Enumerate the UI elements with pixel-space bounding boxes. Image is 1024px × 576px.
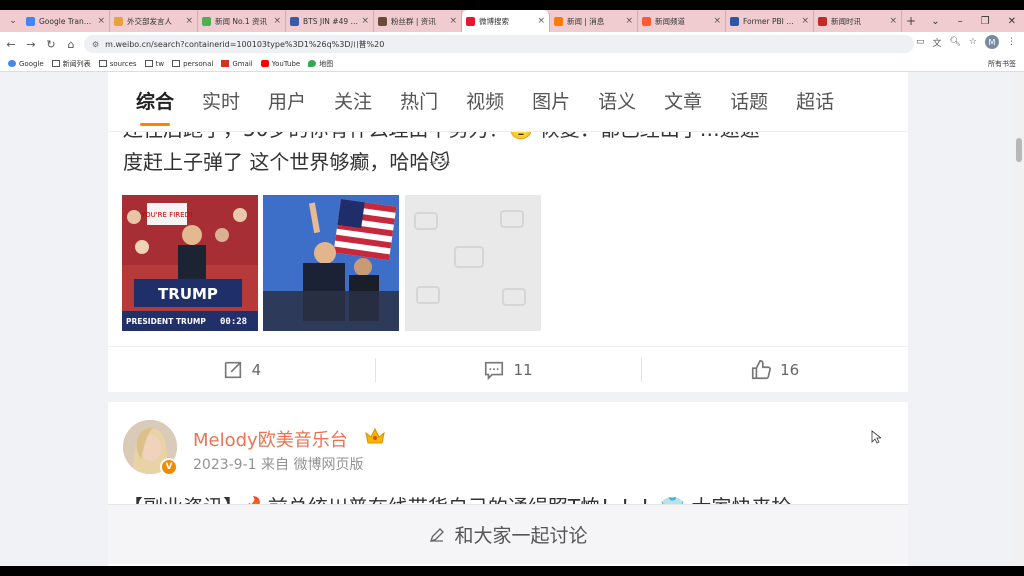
toolbar-right: ▭ 文 🔍︎ ☆ M ⋮ xyxy=(916,35,1016,49)
discuss-label: 和大家一起讨论 xyxy=(454,525,588,547)
tab-search-icon[interactable]: ⌄ xyxy=(4,12,22,30)
tabs-container: Google Translate×外交部发言人×新闻 No.1 资讯×BTS J… xyxy=(22,10,902,32)
bookmark-tw[interactable]: tw xyxy=(144,60,164,68)
browser-tab[interactable]: Former PBI depu× xyxy=(726,10,814,32)
tab-close-icon[interactable]: × xyxy=(889,16,897,26)
browser-tab[interactable]: 外交部发言人 × xyxy=(110,10,198,32)
tab-close-icon[interactable]: × xyxy=(625,16,633,26)
tab-title: 外交部发言人 xyxy=(127,16,172,26)
all-bookmarks[interactable]: 所有书签 xyxy=(988,59,1016,69)
tab-close-icon[interactable]: × xyxy=(361,16,369,26)
screen-bottom-edge xyxy=(0,566,1024,576)
bookmark-google[interactable]: Google xyxy=(8,60,44,68)
tab-favicon-icon xyxy=(730,16,739,26)
browser-tab[interactable]: 新闻频道 × xyxy=(638,10,726,32)
feed-viewport-2: V Melody欧美音乐台 2023-9-1 来自 微博网页版 【副业资讯】🔥前… xyxy=(0,72,1014,576)
browser-tab[interactable]: 粉丝群 | 资讯 × xyxy=(374,10,462,32)
pencil-icon xyxy=(430,527,445,542)
bookmark-folder-1[interactable]: 新闻列表 xyxy=(51,59,91,69)
tab-favicon-icon xyxy=(202,16,211,26)
url-text: m.weibo.cn/search?containerid=100103type… xyxy=(105,39,385,49)
tab-title: 新闻 | 消息 xyxy=(567,16,605,26)
browser-tab[interactable]: Google Translate× xyxy=(22,10,110,32)
bookmark-youtube[interactable]: YouTube xyxy=(260,60,300,68)
profile-avatar[interactable]: M xyxy=(985,35,999,49)
site-info-icon[interactable]: ⚙ xyxy=(92,40,99,49)
tab-favicon-icon xyxy=(378,16,387,26)
gmail-icon xyxy=(221,60,230,67)
browser-tab[interactable]: 新闻时讯 × xyxy=(814,10,902,32)
tab-favicon-icon xyxy=(554,16,563,26)
tab-favicon-icon xyxy=(818,16,827,26)
forward-button[interactable]: → xyxy=(22,38,40,51)
browser-toolbar: ← → ↻ ⌂ ⚙ m.weibo.cn/search?containerid=… xyxy=(0,32,1024,56)
bookmark-star-icon[interactable]: ☆ xyxy=(969,37,977,47)
bookmark-maps[interactable]: 地图 xyxy=(308,59,333,69)
address-bar[interactable]: ⚙ m.weibo.cn/search?containerid=100103ty… xyxy=(84,35,914,53)
tab-title: Former PBI depu xyxy=(743,16,798,26)
tab-list-icon[interactable]: ⌄ xyxy=(931,16,939,27)
browser-tab[interactable]: 微博搜索 × xyxy=(462,10,550,32)
scrollbar[interactable] xyxy=(1014,72,1024,576)
tab-close-icon[interactable]: × xyxy=(713,16,721,26)
cast-icon[interactable]: ▭ xyxy=(916,37,925,47)
google-icon xyxy=(8,60,16,67)
tab-favicon-icon xyxy=(26,16,35,26)
folder-icon xyxy=(144,60,153,67)
bookmark-gmail[interactable]: Gmail xyxy=(221,60,253,68)
tab-title: 新闻频道 xyxy=(655,16,685,26)
post-meta: 2023-9-1 来自 微博网页版 xyxy=(193,457,364,473)
tab-close-icon[interactable]: × xyxy=(97,16,105,26)
menu-icon[interactable]: ⋮ xyxy=(1007,37,1016,47)
tab-close-icon[interactable]: × xyxy=(449,16,457,26)
discuss-button[interactable]: 和大家一起讨论 xyxy=(108,504,908,564)
home-button[interactable]: ⌂ xyxy=(62,38,80,51)
tab-title: 微博搜索 xyxy=(479,16,509,26)
post-text-preview: 【副业资讯】🔥前总统川普在线带货自己的通缉照T恤！！！👕 大家快来抢 xyxy=(123,492,791,504)
close-window-button[interactable]: ✕ xyxy=(1008,16,1016,27)
scroll-thumb[interactable] xyxy=(1016,138,1022,162)
tab-favicon-icon xyxy=(114,16,123,26)
youtube-icon xyxy=(260,60,269,67)
browser-tab[interactable]: 新闻 No.1 资讯 × xyxy=(198,10,286,32)
verified-badge: V xyxy=(160,458,178,476)
bookmark-sources[interactable]: sources xyxy=(98,60,137,68)
window-controls: ⌄ – ❐ ✕ xyxy=(931,10,1016,32)
tab-favicon-icon xyxy=(642,16,651,26)
crown-icon xyxy=(365,427,385,444)
tab-strip: ⌄ Google Translate×外交部发言人×新闻 No.1 资讯×BTS… xyxy=(0,10,1024,32)
tab-favicon-icon xyxy=(290,16,299,26)
zoom-icon[interactable]: 🔍︎ xyxy=(949,37,960,47)
tab-close-icon[interactable]: × xyxy=(537,16,545,26)
tab-title: BTS JIN #49 新闻 xyxy=(303,16,359,26)
tab-title: 粉丝群 | 资讯 xyxy=(391,16,436,26)
restore-button[interactable]: ❐ xyxy=(981,16,990,27)
back-button[interactable]: ← xyxy=(2,38,20,51)
tab-favicon-icon xyxy=(466,16,475,26)
browser-tab[interactable]: BTS JIN #49 新闻× xyxy=(286,10,374,32)
minimize-button[interactable]: – xyxy=(958,16,963,27)
maps-icon xyxy=(308,60,317,67)
tab-close-icon[interactable]: × xyxy=(185,16,193,26)
reload-button[interactable]: ↻ xyxy=(42,38,60,51)
mouse-cursor-icon xyxy=(871,430,881,444)
folder-icon xyxy=(172,60,181,67)
bookmarks-bar: Google 新闻列表 sources tw personal Gmail Yo… xyxy=(0,56,1024,72)
tab-title: 新闻 No.1 资讯 xyxy=(215,16,267,26)
new-tab-button[interactable]: + xyxy=(902,14,920,28)
translate-icon[interactable]: 文 xyxy=(932,36,941,49)
tab-title: Google Translate xyxy=(39,16,95,26)
username-link[interactable]: Melody欧美音乐台 xyxy=(193,426,348,452)
tab-title: 新闻时讯 xyxy=(831,16,861,26)
browser-tab[interactable]: 新闻 | 消息 × xyxy=(550,10,638,32)
folder-icon xyxy=(98,60,107,67)
tab-close-icon[interactable]: × xyxy=(801,16,809,26)
tab-close-icon[interactable]: × xyxy=(273,16,281,26)
bookmark-personal[interactable]: personal xyxy=(172,60,213,68)
folder-icon xyxy=(51,60,60,67)
